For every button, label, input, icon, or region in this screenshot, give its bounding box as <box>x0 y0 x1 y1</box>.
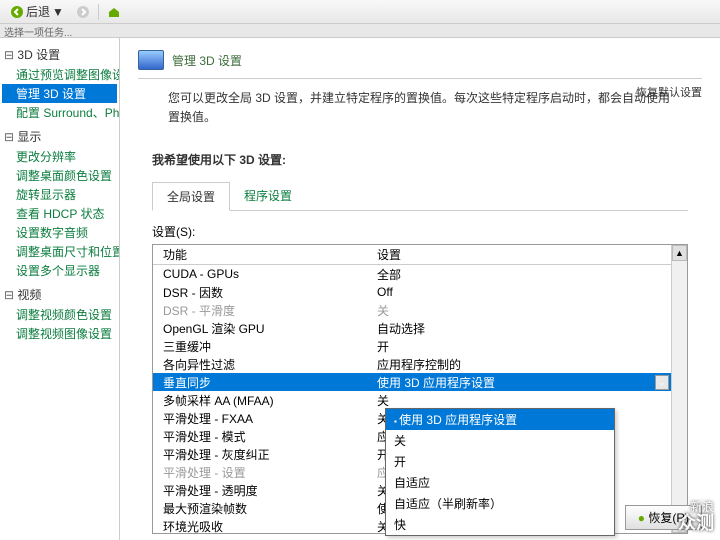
home-icon <box>107 5 121 19</box>
table-row[interactable]: DSR - 平滑度关 <box>153 301 671 319</box>
divider <box>138 78 702 79</box>
settings-grid: 功能设置CUDA - GPUs全部DSR - 因数OffDSR - 平滑度关Op… <box>152 244 688 534</box>
table-row[interactable]: 各向异性过滤应用程序控制的 <box>153 355 671 373</box>
back-arrow-icon <box>10 5 24 19</box>
tab[interactable]: 程序设置 <box>230 182 306 210</box>
table-row[interactable]: DSR - 因数Off <box>153 283 671 301</box>
forward-button <box>72 3 94 21</box>
tree-item[interactable]: 通过预览调整图像设置 <box>2 65 117 84</box>
sidebar: 3D 设置通过预览调整图像设置管理 3D 设置配置 Surround、PhysX… <box>0 38 120 540</box>
tree-item[interactable]: 查看 HDCP 状态 <box>2 204 117 223</box>
back-button[interactable]: 后退 ▼ <box>6 1 68 22</box>
toolbar: 后退 ▼ <box>0 0 720 24</box>
table-row[interactable]: OpenGL 渲染 GPU自动选择 <box>153 319 671 337</box>
monitor-icon <box>138 50 164 70</box>
table-row[interactable]: CUDA - GPUs全部 <box>153 265 671 283</box>
tree-item[interactable]: 设置数字音频 <box>2 223 117 242</box>
tree-group-head[interactable]: 视频 <box>2 284 117 305</box>
tree-group-head[interactable]: 3D 设置 <box>2 44 117 65</box>
want-label: 我希望使用以下 3D 设置: <box>152 151 688 168</box>
task-bar: 选择一项任务... <box>0 24 720 38</box>
tree-item[interactable]: 调整桌面尺寸和位置 <box>2 242 117 261</box>
tree-item[interactable]: 设置多个显示器 <box>2 261 117 280</box>
dropdown-item[interactable]: 自适应（半刷新率） <box>386 493 614 514</box>
table-row[interactable]: 三重缓冲开 <box>153 337 671 355</box>
dropdown-item[interactable]: 自适应 <box>386 472 614 493</box>
tree-item[interactable]: 旋转显示器 <box>2 185 117 204</box>
page-title: 管理 3D 设置 <box>138 50 702 70</box>
vsync-dropdown[interactable]: 使用 3D 应用程序设置关开自适应自适应（半刷新率）快 <box>385 408 615 536</box>
tree-item[interactable]: 调整桌面颜色设置 <box>2 166 117 185</box>
tree-item[interactable]: 更改分辨率 <box>2 147 117 166</box>
tree-item[interactable]: 调整视频图像设置 <box>2 324 117 343</box>
restore-button[interactable]: 恢复(R) <box>625 505 702 530</box>
tree-group-head[interactable]: 显示 <box>2 126 117 147</box>
table-header: 功能设置 <box>153 245 671 265</box>
chevron-down-icon[interactable]: ⌄ <box>655 375 669 390</box>
separator <box>98 4 99 20</box>
forward-arrow-icon <box>76 5 90 19</box>
dropdown-item[interactable]: 开 <box>386 451 614 472</box>
dropdown-item[interactable]: 关 <box>386 430 614 451</box>
tab[interactable]: 全局设置 <box>152 182 230 211</box>
dropdown-item[interactable]: 快 <box>386 514 614 535</box>
dropdown-item[interactable]: 使用 3D 应用程序设置 <box>386 409 614 430</box>
description: 您可以更改全局 3D 设置，并建立特定程序的置换值。每次这些特定程序启动时，都会… <box>168 89 672 127</box>
tabs: 全局设置程序设置 <box>152 182 688 211</box>
table-row[interactable]: 垂直同步使用 3D 应用程序设置⌄ <box>153 373 671 391</box>
scroll-track[interactable] <box>672 261 687 517</box>
settings-label: 设置(S): <box>152 223 688 240</box>
restore-defaults-link[interactable]: 恢复默认设置 <box>636 84 702 100</box>
scrollbar[interactable]: ▲ ▼ <box>671 245 687 533</box>
tree-item[interactable]: 管理 3D 设置 <box>2 84 117 103</box>
scroll-up-button[interactable]: ▲ <box>672 245 687 261</box>
tree-item[interactable]: 调整视频颜色设置 <box>2 305 117 324</box>
tree-item[interactable]: 配置 Surround、PhysX <box>2 103 117 122</box>
content-area: 管理 3D 设置 恢复默认设置 您可以更改全局 3D 设置，并建立特定程序的置换… <box>120 38 720 540</box>
table-row[interactable]: 多帧采样 AA (MFAA)关 <box>153 391 671 409</box>
home-button[interactable] <box>103 3 125 21</box>
